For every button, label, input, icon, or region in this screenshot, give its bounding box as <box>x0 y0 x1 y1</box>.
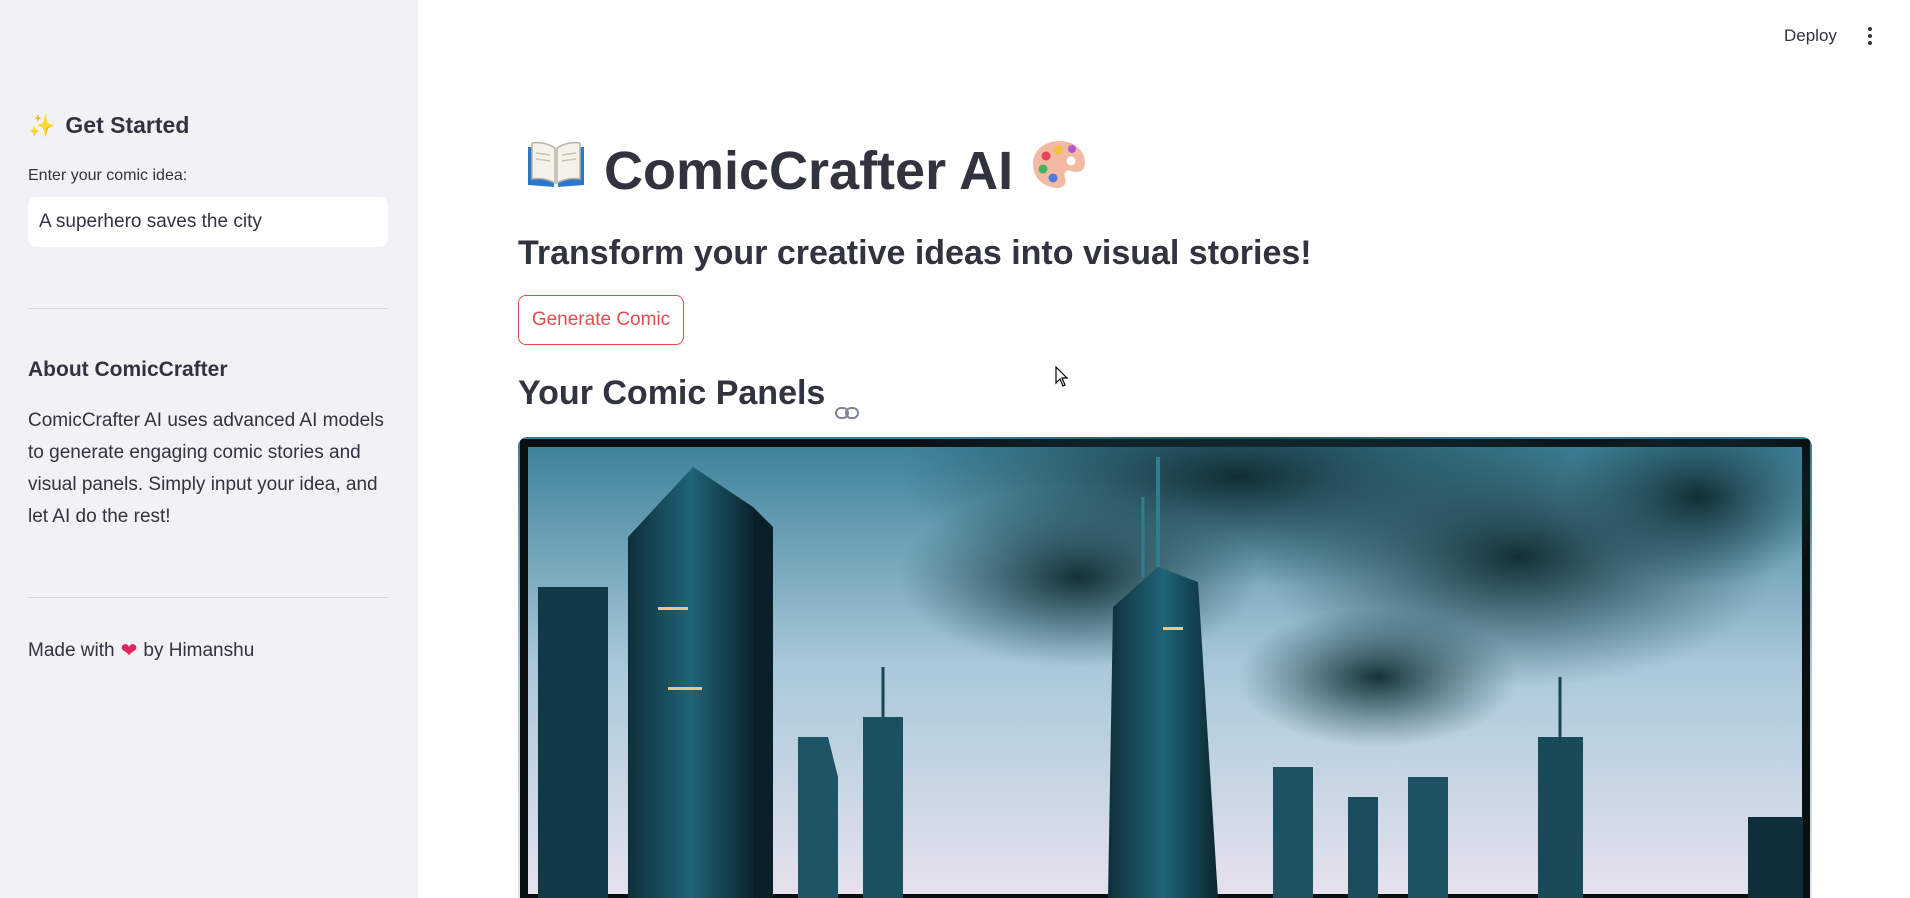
sidebar-divider <box>28 308 388 309</box>
about-heading: About ComicCrafter <box>28 358 228 381</box>
comic-idea-label: Enter your comic idea: <box>28 167 188 184</box>
about-text: ComicCrafter AI uses advanced AI models … <box>28 410 384 527</box>
comic-idea-input[interactable] <box>28 197 388 247</box>
kebab-menu-icon[interactable] <box>1862 24 1878 48</box>
sidebar-divider <box>28 597 388 598</box>
sidebar: ✨ Get Started Enter your comic idea: Abo… <box>0 0 418 898</box>
made-with-prefix: Made with <box>28 639 115 661</box>
comic-panel-city-skyline-image <box>518 437 1812 898</box>
made-with-suffix: by Himanshu <box>143 639 255 661</box>
comic-panels-heading: Your Comic Panels <box>518 374 860 419</box>
page-title: ComicCrafter AI <box>526 136 1087 206</box>
sparkles-icon: ✨ <box>28 112 56 138</box>
deploy-button[interactable]: Deploy <box>1784 26 1837 46</box>
get-started-heading: ✨ Get Started <box>28 112 189 139</box>
app-title-text: ComicCrafter AI <box>604 141 1014 201</box>
made-with-credit: Made with ❤ by Himanshu <box>28 638 254 663</box>
mouse-cursor-icon <box>1055 366 1069 387</box>
generate-comic-button[interactable]: Generate Comic <box>518 295 684 345</box>
artist-palette-icon <box>1031 139 1087 204</box>
heart-icon: ❤ <box>120 640 138 662</box>
comic-panels-heading-text: Your Comic Panels <box>518 374 826 412</box>
link-icon[interactable] <box>835 390 860 419</box>
get-started-title: Get Started <box>65 112 190 138</box>
open-book-icon <box>526 139 586 204</box>
page-subtitle: Transform your creative ideas into visua… <box>518 234 1312 272</box>
